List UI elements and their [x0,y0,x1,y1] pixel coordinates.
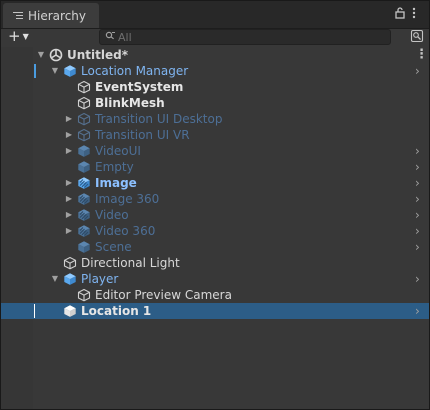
hierarchy-row[interactable]: ▶ Video › [1,207,429,223]
hierarchy-row[interactable]: ▼ Untitled* ⋮ [1,47,429,63]
search-field[interactable] [99,29,391,45]
hierarchy-row[interactable]: ▼ Location Manager › [1,63,429,79]
prefab-icon-white [63,304,77,318]
hierarchy-row[interactable]: ▶ Transition UI VR [1,127,429,143]
row-label: Location Manager [81,64,189,78]
hierarchy-row[interactable]: Scene › [1,239,429,255]
row-label: VideoUI [95,144,141,158]
row-label: Untitled* [67,48,128,62]
hierarchy-window: Hierarchy +▼ ▼Untitled*⋮▼Location Manage… [0,0,430,410]
foldout-collapsed-icon[interactable]: ▶ [64,194,74,203]
hierarchy-row[interactable]: Directional Light [1,255,429,271]
open-prefab-chevron-icon[interactable]: › [415,175,420,191]
hierarchy-row[interactable]: Location 1 › [1,303,429,319]
scene-visibility-filter-icon[interactable] [410,29,424,43]
hierarchy-tree: ▼ Untitled* ⋮ ▼ Location Manager › EventSystem… [1,47,429,319]
prefab-variant-icon [77,176,91,190]
row-label: Empty [95,160,134,174]
foldout-collapsed-icon[interactable]: ▶ [64,210,74,219]
gameobject-icon [77,96,91,110]
unity-scene-icon [49,48,63,62]
list-icon [13,11,23,20]
hierarchy-row[interactable]: ▶ Image › [1,175,429,191]
gameobject-icon-inactive [77,128,91,142]
foldout-expanded-icon[interactable]: ▼ [50,274,60,283]
foldout-expanded-icon[interactable]: ▼ [36,50,46,59]
row-label: Transition UI Desktop [95,112,223,126]
foldout-collapsed-icon[interactable]: ▶ [64,226,74,235]
prefab-icon-inactive [77,144,91,158]
lock-icon[interactable] [395,7,405,22]
plus-icon: + [8,27,21,45]
row-label: Scene [95,240,132,254]
search-input[interactable] [118,30,378,44]
gameobject-icon [77,80,91,94]
row-label: Transition UI VR [95,128,190,142]
hierarchy-row[interactable]: ▼ Player › [1,271,429,287]
foldout-collapsed-icon[interactable]: ▶ [64,114,74,123]
row-label: BlinkMesh [95,96,165,110]
foldout-collapsed-icon[interactable]: ▶ [64,178,74,187]
hierarchy-toolbar: + ▼ [1,29,429,46]
hierarchy-row[interactable]: Editor Preview Camera [1,287,429,303]
row-label: Image 360 [95,192,160,206]
gameobject-icon [77,288,91,302]
prefab-icon-inactive [77,240,91,254]
row-label: Directional Light [81,256,180,270]
caret-down-icon: ▼ [22,32,29,41]
foldout-collapsed-icon[interactable]: ▶ [64,130,74,139]
open-prefab-chevron-icon[interactable]: › [415,223,420,239]
foldout-expanded-icon[interactable]: ▼ [50,66,60,75]
open-prefab-chevron-icon[interactable]: › [415,271,420,287]
row-label: EventSystem [95,80,184,94]
hierarchy-row[interactable]: EventSystem [1,79,429,95]
tab-bar: Hierarchy [1,1,429,29]
hierarchy-row[interactable]: ▶ Image 360 › [1,191,429,207]
prefab-icon-inactive [77,160,91,174]
modified-indicator [34,64,36,78]
search-icon [105,30,116,44]
gameobject-icon-inactive [77,112,91,126]
row-label: Video 360 [95,224,156,238]
row-label: Video [95,208,129,222]
hierarchy-row[interactable]: ▶ Video 360 › [1,223,429,239]
text-cursor [34,304,35,318]
row-label: Image [95,176,137,190]
open-prefab-chevron-icon[interactable]: › [415,143,420,159]
row-label: Player [81,272,119,286]
foldout-collapsed-icon[interactable]: ▶ [64,146,74,155]
open-prefab-chevron-icon[interactable]: › [415,207,420,223]
prefab-variant-icon-inactive [77,192,91,206]
open-prefab-chevron-icon[interactable]: › [415,303,420,319]
prefab-icon [63,64,77,78]
open-prefab-chevron-icon[interactable]: › [415,159,420,175]
hierarchy-row[interactable]: Empty › [1,159,429,175]
tab-hierarchy[interactable]: Hierarchy [3,3,99,28]
hierarchy-row[interactable]: ▶ VideoUI › [1,143,429,159]
kebab-icon[interactable] [412,7,416,22]
open-prefab-chevron-icon[interactable]: › [415,63,420,79]
open-prefab-chevron-icon[interactable]: › [415,191,420,207]
prefab-variant-icon-inactive [77,224,91,238]
row-label: Location 1 [81,304,152,318]
scene-menu-icon[interactable]: ⋮ [415,47,428,63]
hierarchy-row[interactable]: BlinkMesh [1,95,429,111]
row-label: Editor Preview Camera [95,288,232,302]
open-prefab-chevron-icon[interactable]: › [415,239,420,255]
gameobject-icon [63,256,77,270]
prefab-icon [63,272,77,286]
tab-label: Hierarchy [28,8,87,23]
prefab-variant-icon-inactive [77,208,91,222]
create-dropdown-button[interactable]: + ▼ [8,29,34,45]
hierarchy-row[interactable]: ▶ Transition UI Desktop [1,111,429,127]
